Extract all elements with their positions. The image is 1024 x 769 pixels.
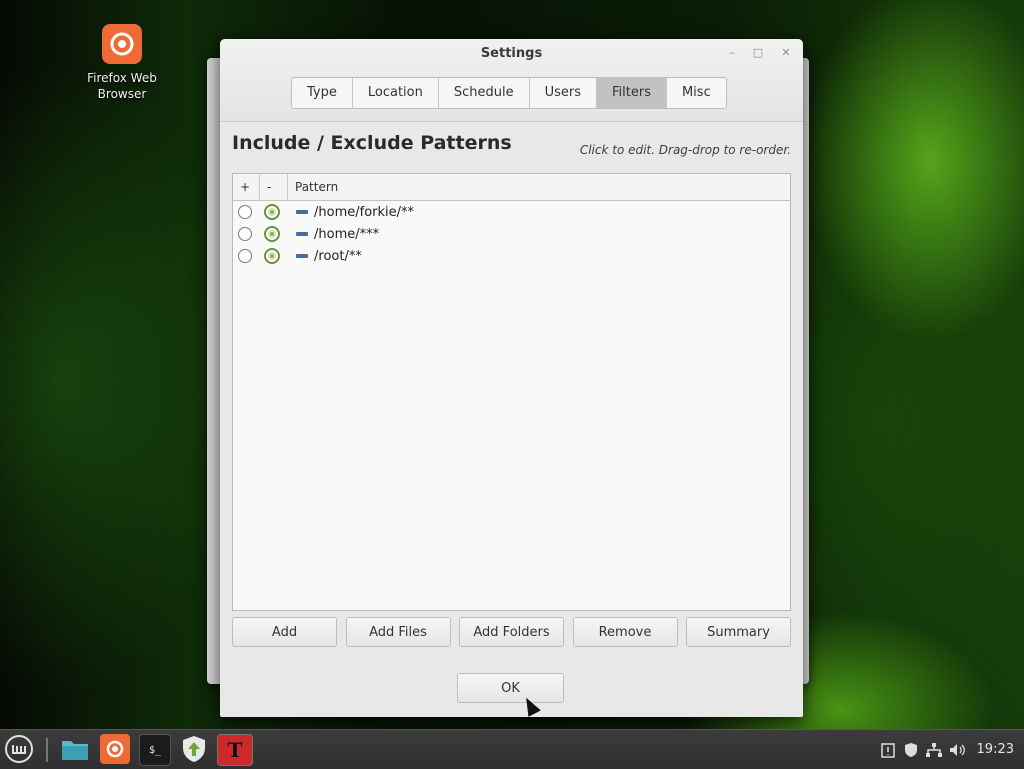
tab-type[interactable]: Type [292, 78, 353, 108]
minimize-icon[interactable]: – [723, 45, 741, 61]
maximize-icon[interactable]: □ [749, 45, 767, 61]
include-radio[interactable] [238, 205, 252, 219]
volume-icon[interactable] [948, 741, 966, 759]
remove-button[interactable]: Remove [572, 617, 678, 647]
add-folders-button[interactable]: Add Folders [459, 617, 564, 647]
exclude-marker-icon [296, 254, 308, 258]
exclude-marker-icon [296, 210, 308, 214]
firefox-icon [102, 24, 142, 64]
close-icon[interactable]: ✕ [777, 45, 795, 61]
exclude-radio[interactable] [264, 248, 280, 264]
titlebar: Settings – □ ✕ Type Location Schedule Us… [220, 39, 803, 122]
column-include[interactable]: + [233, 174, 260, 200]
action-buttons: Add Add Files Add Folders Remove Summary [232, 617, 791, 647]
page-title: Include / Exclude Patterns [232, 132, 512, 154]
include-radio[interactable] [238, 227, 252, 241]
files-icon[interactable] [60, 734, 90, 764]
exclude-radio[interactable] [264, 204, 280, 220]
tab-users[interactable]: Users [530, 78, 597, 108]
desktop-icon-firefox[interactable]: Firefox Web Browser [78, 24, 166, 102]
timeshift-icon[interactable]: T [217, 734, 253, 766]
pattern-text[interactable]: /home/forkie/** [314, 205, 414, 220]
column-exclude[interactable]: - [260, 174, 288, 200]
taskbar-separator [46, 738, 48, 762]
hint-text: Click to edit. Drag-drop to re-order. [579, 143, 791, 157]
menu-icon[interactable] [4, 734, 34, 764]
exclude-marker-icon [296, 232, 308, 236]
list-item[interactable]: /home/forkie/** [233, 201, 790, 223]
list-item[interactable]: /home/*** [233, 223, 790, 245]
list-item[interactable]: /root/** [233, 245, 790, 267]
pattern-text[interactable]: /home/*** [314, 227, 379, 242]
clock[interactable]: 19:23 [977, 742, 1014, 757]
pattern-text[interactable]: /root/** [314, 249, 362, 264]
list-header: + - Pattern [233, 174, 790, 201]
system-tray: 19:23 [879, 730, 1014, 769]
tab-bar: Type Location Schedule Users Filters Mis… [291, 77, 727, 109]
firefox-icon[interactable] [100, 734, 130, 764]
tab-location[interactable]: Location [353, 78, 439, 108]
tab-filters[interactable]: Filters [597, 78, 667, 108]
add-files-button[interactable]: Add Files [345, 617, 451, 647]
column-pattern[interactable]: Pattern [288, 174, 790, 200]
clipboard-icon[interactable] [879, 741, 897, 759]
desktop-icon-label: Firefox Web Browser [87, 71, 157, 101]
shield-icon[interactable] [902, 741, 920, 759]
taskbar: $_ T 19:23 [0, 729, 1024, 769]
summary-button[interactable]: Summary [686, 617, 791, 647]
include-radio[interactable] [238, 249, 252, 263]
ok-button[interactable]: OK [457, 673, 564, 703]
exclude-radio[interactable] [264, 226, 280, 242]
tab-schedule[interactable]: Schedule [439, 78, 530, 108]
tab-misc[interactable]: Misc [667, 78, 726, 108]
window-title: Settings [480, 46, 543, 61]
pattern-list[interactable]: + - Pattern /home/forkie/** /home/*** /r… [232, 173, 791, 611]
settings-window: Settings – □ ✕ Type Location Schedule Us… [220, 39, 803, 717]
update-manager-icon[interactable] [179, 734, 209, 764]
terminal-icon[interactable]: $_ [139, 734, 171, 766]
add-button[interactable]: Add [232, 617, 337, 647]
network-icon[interactable] [925, 741, 943, 759]
